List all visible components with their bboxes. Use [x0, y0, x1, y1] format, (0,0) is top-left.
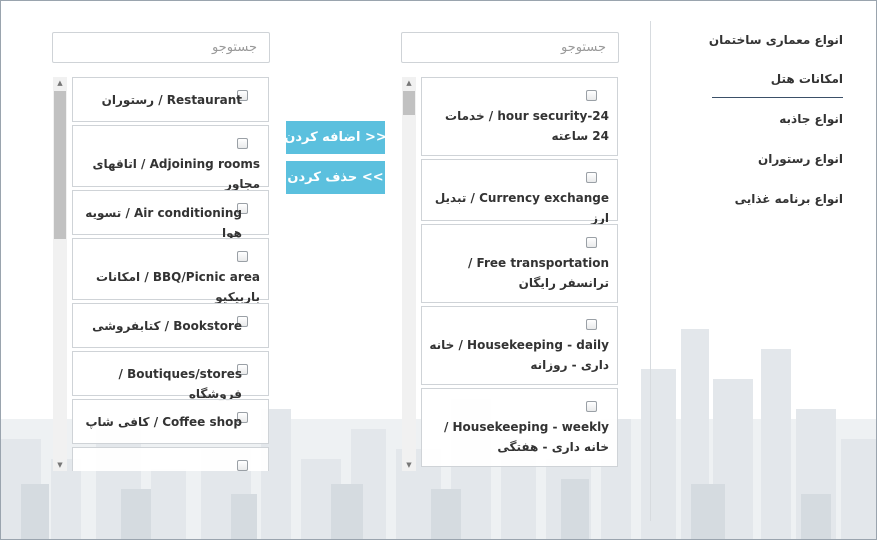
available-list-scrollbar[interactable]: ▲ ▼ — [402, 77, 416, 471]
checkbox[interactable] — [586, 319, 597, 330]
sidebar-active-underline — [712, 97, 843, 98]
list-item[interactable]: Restaurant / رستوران — [72, 77, 269, 122]
sidebar-item-attraction-types[interactable]: انواع جاذبه — [779, 112, 843, 126]
selected-search-input[interactable] — [52, 32, 270, 63]
selected-facilities-list: Restaurant / رستوران Adjoining rooms / ا… — [72, 77, 269, 471]
sidebar-item-hotel-facilities[interactable]: امکانات هتل — [771, 72, 843, 86]
available-facilities-list: 24-hour security / خدمات 24 ساعته Curren… — [421, 77, 618, 471]
item-label: Housekeeping - weekly / خانه داری - هفتگ… — [443, 420, 609, 454]
item-label: Adjoining rooms / اتاقهای مجاور — [92, 157, 260, 191]
list-item[interactable] — [72, 447, 269, 471]
checkbox[interactable] — [586, 172, 597, 183]
scroll-thumb[interactable] — [403, 91, 415, 115]
scroll-down-icon[interactable]: ▼ — [53, 459, 67, 471]
category-sidebar: انواع معماری ساختمان امکانات هتل انواع ج… — [650, 21, 876, 521]
item-label: Air conditioning / تسویه هوا — [85, 206, 242, 240]
scroll-up-icon[interactable]: ▲ — [402, 77, 416, 89]
item-label: Restaurant / رستوران — [101, 93, 242, 107]
item-label: Coffee shop / کافی شاپ — [85, 415, 242, 429]
checkbox[interactable] — [586, 401, 597, 412]
sidebar-item-meal-plan-types[interactable]: انواع برنامه غذایی — [735, 192, 843, 206]
list-item[interactable]: Free transportation / ترانسفر رایگان — [421, 224, 618, 303]
checkbox[interactable] — [586, 237, 597, 248]
list-item[interactable]: BBQ/Picnic area / امکانات باربیکیو — [72, 238, 269, 304]
item-label: Boutiques/stores / فروشگاه — [118, 367, 242, 401]
checkbox[interactable] — [586, 90, 597, 101]
item-label: Bookstore / کتابفروشی — [92, 319, 242, 333]
sidebar-item-architecture-types[interactable]: انواع معماری ساختمان — [709, 33, 843, 47]
scroll-thumb[interactable] — [54, 91, 66, 239]
selected-list-scrollbar[interactable]: ▲ ▼ — [53, 77, 67, 471]
app-window: انواع معماری ساختمان امکانات هتل انواع ج… — [0, 0, 877, 540]
checkbox[interactable] — [237, 138, 248, 149]
add-button[interactable]: اضافه کردن >> — [284, 121, 387, 154]
checkbox[interactable] — [237, 460, 248, 471]
available-search-input[interactable] — [401, 32, 619, 63]
list-item[interactable]: Housekeeping - daily / خانه داری - روزان… — [421, 306, 618, 385]
list-item[interactable]: Air conditioning / تسویه هوا — [72, 190, 269, 240]
sidebar-item-restaurant-types[interactable]: انواع رستوران — [758, 152, 843, 166]
item-label: BBQ/Picnic area / امکانات باربیکیو — [96, 270, 260, 304]
list-item[interactable]: Adjoining rooms / اتاقهای مجاور — [72, 125, 269, 191]
checkbox[interactable] — [237, 251, 248, 262]
list-item[interactable]: Coffee shop / کافی شاپ — [72, 399, 269, 444]
list-item[interactable]: Bookstore / کتابفروشی — [72, 303, 269, 348]
item-label: Free transportation / ترانسفر رایگان — [467, 256, 609, 290]
list-item[interactable]: Currency exchange / تبدیل ارز — [421, 159, 618, 225]
scroll-down-icon[interactable]: ▼ — [402, 459, 416, 471]
scroll-up-icon[interactable]: ▲ — [53, 77, 67, 89]
list-item[interactable]: Boutiques/stores / فروشگاه — [72, 351, 269, 401]
item-label: 24-hour security / خدمات 24 ساعته — [445, 109, 609, 143]
item-label: Housekeeping - daily / خانه داری - روزان… — [429, 338, 609, 372]
remove-button[interactable]: حذف کردن << — [286, 161, 385, 194]
item-label: Currency exchange / تبدیل ارز — [434, 191, 609, 225]
list-item[interactable]: 24-hour security / خدمات 24 ساعته — [421, 77, 618, 156]
list-item[interactable]: Housekeeping - weekly / خانه داری - هفتگ… — [421, 388, 618, 467]
